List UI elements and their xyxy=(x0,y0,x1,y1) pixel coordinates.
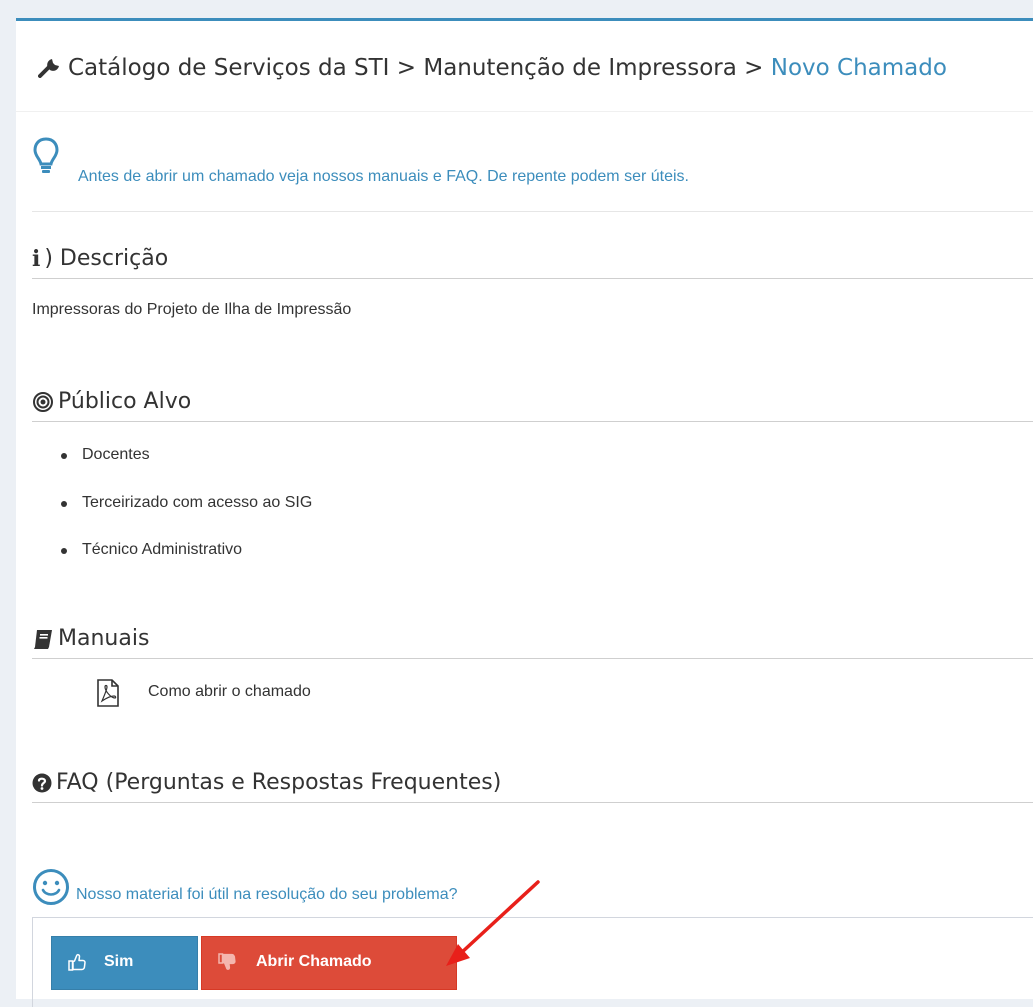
breadcrumb: Catálogo de Serviços da STI > Manutenção… xyxy=(38,55,947,81)
bullseye-icon xyxy=(33,392,53,412)
tip-text: Antes de abrir um chamado veja nossos ma… xyxy=(78,168,689,185)
list-item: Terceirizado com acesso ao SIG xyxy=(61,493,312,541)
manual-link-label[interactable]: Como abrir o chamado xyxy=(148,683,311,701)
breadcrumb-separator: > xyxy=(396,55,417,81)
audience-list: Docentes Terceirizado com acesso ao SIG … xyxy=(61,445,312,588)
thumbs-down-icon xyxy=(218,953,236,970)
question-circle-icon xyxy=(32,773,52,793)
breadcrumb-separator: > xyxy=(744,55,764,81)
info-icon: i xyxy=(32,246,41,272)
section-manuals-label: Manuais xyxy=(58,626,150,651)
panel-header: Catálogo de Serviços da STI > Manutenção… xyxy=(16,21,1033,112)
breadcrumb-catalog[interactable]: Catálogo de Serviços da STI xyxy=(68,55,389,81)
annotation-arrow xyxy=(446,880,540,966)
smile-icon xyxy=(33,869,69,905)
section-faq-title: FAQ (Perguntas e Respostas Frequentes) xyxy=(32,768,1033,803)
lightbulb-icon xyxy=(33,137,59,173)
list-item: Técnico Administrativo xyxy=(61,540,312,588)
list-item: Docentes xyxy=(61,445,312,493)
description-text: Impressoras do Projeto de Ilha de Impres… xyxy=(32,301,352,318)
section-description-title: i) Descrição xyxy=(32,244,1033,279)
open-ticket-button-label: Abrir Chamado xyxy=(256,953,372,970)
section-faq-label: FAQ (Perguntas e Respostas Frequentes) xyxy=(56,770,502,795)
breadcrumb-current: Novo Chamado xyxy=(770,55,947,81)
section-description-label: ) Descrição xyxy=(44,246,169,271)
section-audience-label: Público Alvo xyxy=(58,389,192,414)
feedback-question-text: Nosso material foi útil na resolução do … xyxy=(76,886,458,903)
open-ticket-button[interactable]: Abrir Chamado xyxy=(201,936,457,990)
breadcrumb-printer-maintenance[interactable]: Manutenção de Impressora xyxy=(423,55,737,81)
thumbs-up-icon xyxy=(68,953,86,971)
pdf-file-icon xyxy=(97,679,119,707)
wrench-icon xyxy=(38,59,59,78)
tip-callout: Antes de abrir um chamado veja nossos ma… xyxy=(32,136,1033,212)
book-icon xyxy=(34,630,52,649)
section-audience-title: Público Alvo xyxy=(32,387,1033,422)
yes-button-label: Sim xyxy=(104,953,134,970)
yes-button[interactable]: Sim xyxy=(51,936,198,990)
service-panel: Catálogo de Serviços da STI > Manutenção… xyxy=(16,18,1033,1007)
section-manuals-title: Manuais xyxy=(32,624,1033,659)
